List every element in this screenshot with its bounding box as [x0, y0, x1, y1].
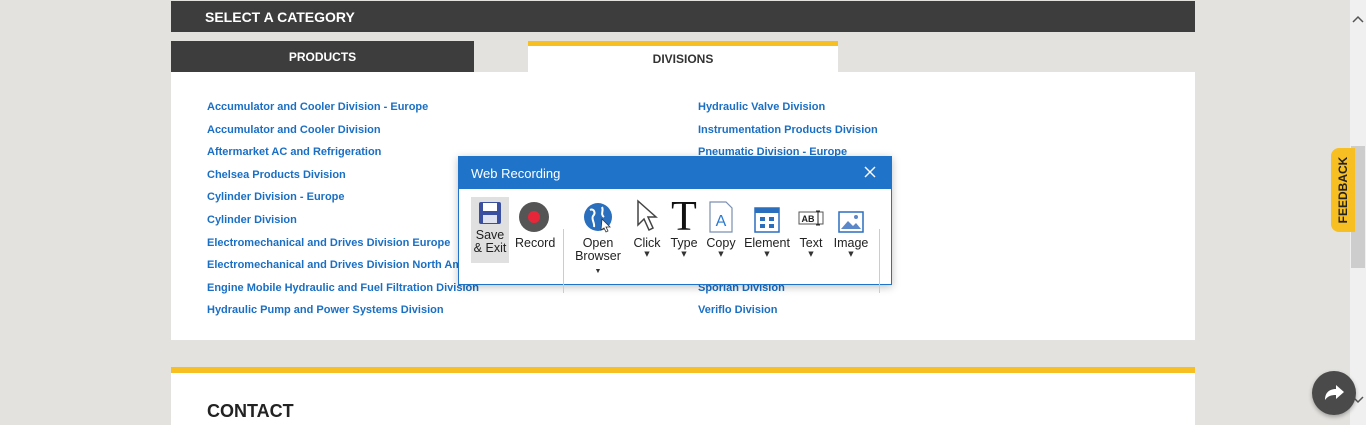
feedback-label: FEEDBACK	[1336, 156, 1350, 224]
division-link[interactable]: Hydraulic Valve Division	[698, 101, 878, 124]
image-label: Image	[833, 236, 869, 250]
division-link[interactable]: Cylinder Division	[207, 214, 479, 237]
click-button[interactable]: Click ▼	[629, 199, 665, 258]
division-link[interactable]: Sporlan Division	[698, 282, 878, 305]
division-link[interactable]: Aftermarket AC and Refrigeration	[207, 146, 479, 169]
tab-divisions[interactable]: DIVISIONS	[528, 41, 838, 73]
record-label: Record	[515, 236, 556, 250]
divisions-list-left: Accumulator and Cooler Division - Europe…	[207, 101, 479, 327]
image-icon	[838, 211, 864, 233]
recording-toolbar: Save & Exit Record Open Browser ▼ Click …	[459, 189, 891, 293]
division-link[interactable]: Electromechanical and Drives Division Eu…	[207, 237, 479, 260]
division-link[interactable]: Accumulator and Cooler Division	[207, 124, 479, 147]
web-recording-dialog: Web Recording Save & Exit Record Open Br…	[458, 156, 892, 293]
type-button[interactable]: T Type ▼	[669, 197, 699, 258]
text-label: Text	[799, 236, 823, 250]
element-label: Element	[744, 236, 790, 250]
element-button[interactable]: Element ▼	[743, 199, 791, 258]
element-icon	[754, 207, 780, 233]
save-label: Save	[475, 228, 505, 242]
image-button[interactable]: Image ▼	[831, 199, 871, 258]
scroll-up-icon[interactable]	[1352, 12, 1364, 26]
close-icon[interactable]	[863, 165, 877, 179]
dialog-titlebar: Web Recording	[459, 157, 891, 189]
share-icon	[1325, 385, 1344, 400]
category-header: SELECT A CATEGORY	[171, 1, 1195, 32]
tab-products[interactable]: PRODUCTS	[171, 41, 474, 72]
copy-button[interactable]: A Copy ▼	[703, 199, 739, 258]
toolbar-divider	[563, 229, 564, 293]
exit-label: & Exit	[473, 241, 507, 255]
open-browser-button[interactable]: Open Browser ▼	[571, 199, 625, 276]
division-link[interactable]: Instrumentation Products Division	[698, 124, 878, 147]
globe-icon	[584, 203, 612, 233]
type-icon: T	[671, 197, 697, 233]
feedback-tab[interactable]: FEEDBACK	[1331, 148, 1355, 232]
browser-label: Browser	[575, 249, 621, 263]
save-exit-button[interactable]: Save & Exit	[471, 197, 509, 263]
copy-icon: A	[709, 201, 733, 233]
toolbar-divider	[879, 229, 880, 293]
division-link[interactable]: Engine Mobile Hydraulic and Fuel Filtrat…	[207, 282, 479, 305]
type-label: Type	[670, 236, 698, 250]
division-link[interactable]: Cylinder Division - Europe	[207, 191, 479, 214]
division-link[interactable]: Electromechanical and Drives Division No…	[207, 259, 479, 282]
cursor-icon	[637, 199, 658, 232]
save-icon	[479, 202, 501, 224]
click-label: Click	[633, 236, 661, 250]
division-link[interactable]: Hydraulic Pump and Power Systems Divisio…	[207, 304, 479, 327]
record-icon	[519, 202, 549, 232]
text-capture-icon: AB	[798, 210, 824, 226]
svg-text:AB: AB	[802, 214, 815, 224]
share-button[interactable]	[1312, 371, 1356, 415]
division-link[interactable]: Accumulator and Cooler Division - Europe	[207, 101, 479, 124]
contact-section: CONTACT	[171, 367, 1195, 425]
svg-text:T: T	[671, 197, 697, 233]
text-button[interactable]: AB Text ▼	[795, 199, 827, 258]
open-label: Open	[582, 236, 614, 250]
contact-title: CONTACT	[207, 401, 294, 421]
copy-label: Copy	[706, 236, 736, 250]
dialog-title: Web Recording	[471, 166, 561, 181]
division-link[interactable]: Chelsea Products Division	[207, 169, 479, 192]
division-link[interactable]: Veriflo Division	[698, 304, 878, 327]
record-button[interactable]: Record	[515, 199, 556, 250]
svg-text:A: A	[716, 213, 727, 230]
